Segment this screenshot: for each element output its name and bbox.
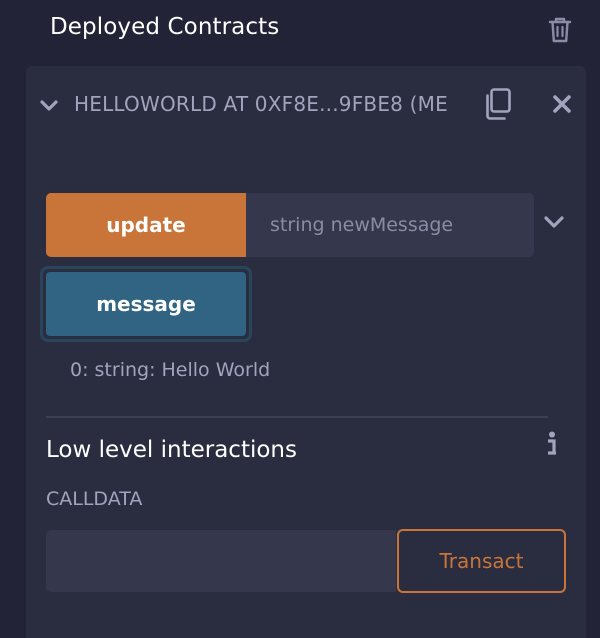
message-button[interactable]: message bbox=[40, 266, 252, 342]
trash-icon[interactable] bbox=[547, 16, 573, 44]
new-message-input[interactable] bbox=[246, 193, 534, 257]
info-icon[interactable] bbox=[543, 430, 561, 458]
transact-button[interactable]: Transact bbox=[397, 529, 566, 593]
chevron-down-icon[interactable] bbox=[38, 94, 60, 116]
low-level-title: Low level interactions bbox=[46, 437, 297, 463]
close-icon[interactable] bbox=[552, 94, 572, 114]
chevron-down-icon[interactable] bbox=[542, 212, 566, 232]
calldata-label: CALLDATA bbox=[46, 488, 143, 510]
update-button[interactable]: update bbox=[46, 193, 246, 257]
divider bbox=[46, 416, 548, 418]
copy-icon[interactable] bbox=[482, 87, 514, 121]
calldata-input[interactable] bbox=[46, 530, 396, 592]
message-button-label: message bbox=[46, 272, 246, 336]
deployed-contracts-header: Deployed Contracts bbox=[0, 0, 600, 62]
call-result: 0: string: Hello World bbox=[70, 359, 271, 381]
contract-title[interactable]: HELLOWORLD AT 0XF8E...9FBE8 (ME bbox=[74, 92, 456, 116]
section-title: Deployed Contracts bbox=[50, 14, 280, 40]
